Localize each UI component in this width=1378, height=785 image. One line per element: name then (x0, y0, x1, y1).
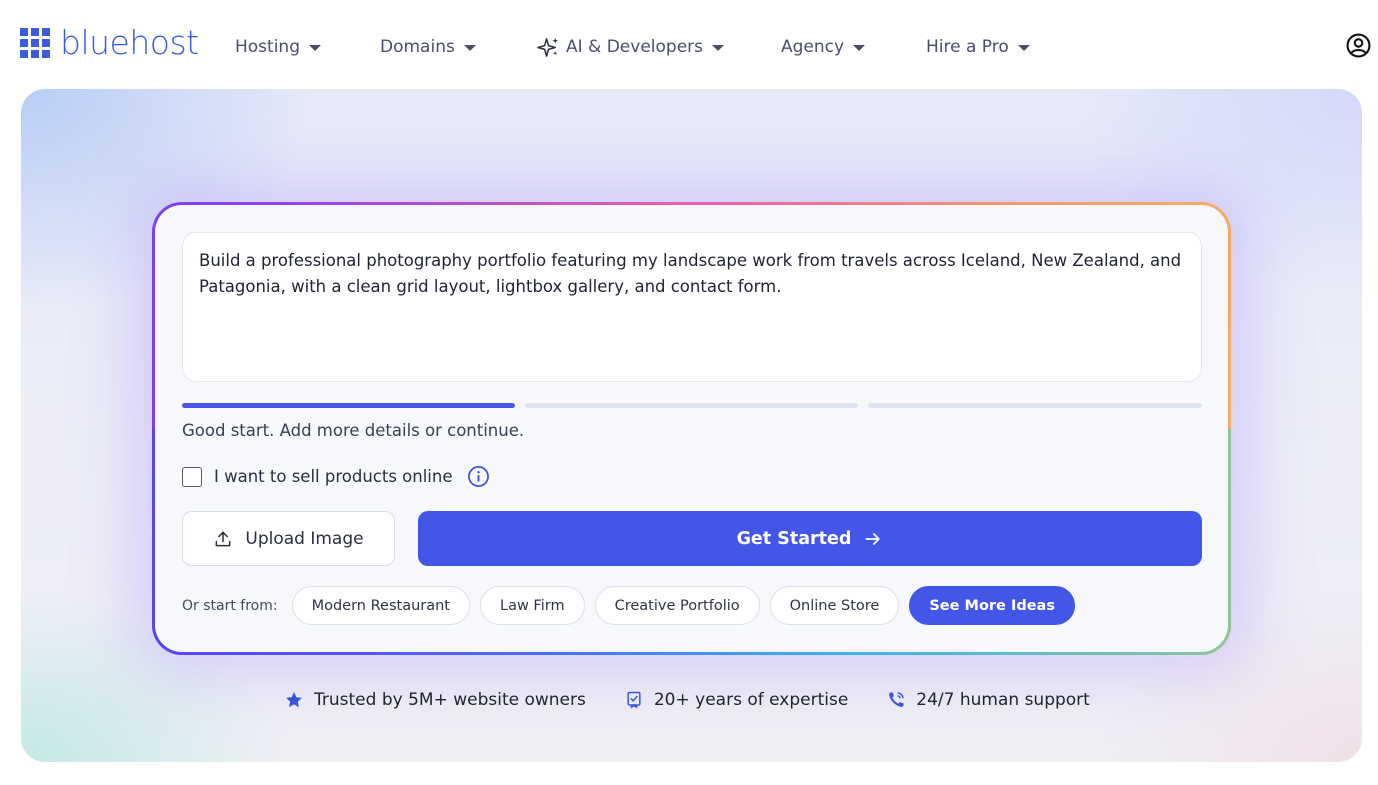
trust-item-owners: Trusted by 5M+ website owners (284, 690, 586, 710)
sparkle-icon (537, 36, 560, 59)
progress-segment-1 (182, 403, 515, 408)
chevron-down-icon (463, 45, 476, 51)
see-more-ideas-button[interactable]: See More Ideas (909, 586, 1075, 625)
user-circle-icon[interactable] (1346, 33, 1371, 58)
chevron-down-icon (1017, 45, 1030, 51)
sell-products-row: I want to sell products online (182, 465, 490, 488)
trust-label: 24/7 human support (916, 690, 1090, 710)
nav-hosting[interactable]: Hosting (235, 34, 321, 60)
trust-badges: Trusted by 5M+ website owners 20+ years … (284, 690, 1128, 710)
site-header: bluehost Hosting Domains AI & Developers… (0, 0, 1378, 90)
logo-text: bluehost (60, 23, 199, 62)
star-icon (286, 692, 302, 708)
nav-domains[interactable]: Domains (380, 34, 476, 60)
idea-chip-creative-portfolio[interactable]: Creative Portfolio (594, 586, 760, 625)
nav-label: Domains (380, 37, 455, 57)
prompt-strength-meter (182, 403, 1202, 408)
nav-label: Agency (781, 37, 845, 57)
starter-ideas: Or start from: Modern Restaurant Law Fir… (182, 586, 1085, 625)
idea-chip-law-firm[interactable]: Law Firm (480, 586, 585, 625)
trust-item-support: 24/7 human support (886, 690, 1090, 710)
builder-card-border: Build a professional photography portfol… (152, 202, 1231, 655)
progress-segment-3 (868, 403, 1202, 408)
bluehost-logo[interactable]: bluehost (20, 25, 199, 61)
idea-chip-modern-restaurant[interactable]: Modern Restaurant (291, 586, 470, 625)
upload-icon (215, 531, 231, 546)
progress-segment-2 (525, 403, 858, 408)
prompt-hint: Good start. Add more details or continue… (182, 421, 525, 440)
sell-products-label[interactable]: I want to sell products online (214, 467, 453, 486)
phone-icon (889, 692, 905, 707)
certificate-icon (627, 691, 641, 709)
trust-item-expertise: 20+ years of expertise (624, 690, 848, 710)
trust-label: 20+ years of expertise (653, 690, 849, 710)
chevron-down-icon (712, 45, 724, 51)
get-started-label: Get Started (736, 528, 852, 549)
hero-section: Build a professional photography portfol… (21, 89, 1362, 762)
trust-label: Trusted by 5M+ website owners (314, 690, 586, 710)
logo-grid-icon (20, 28, 50, 58)
chevron-down-icon (853, 45, 866, 51)
get-started-button[interactable]: Get Started (418, 511, 1202, 566)
chevron-down-icon (309, 45, 321, 51)
nav-label: AI & Developers (566, 37, 703, 57)
prompt-textarea[interactable]: Build a professional photography portfol… (182, 232, 1202, 382)
upload-image-button[interactable]: Upload Image (182, 511, 395, 566)
sell-products-checkbox[interactable] (182, 466, 202, 487)
builder-card: Build a professional photography portfol… (155, 205, 1228, 652)
arrow-right-icon (865, 532, 881, 545)
nav-ai-developers[interactable]: AI & Developers (537, 34, 724, 60)
info-icon[interactable] (467, 465, 490, 488)
upload-label: Upload Image (245, 528, 364, 549)
nav-label: Hosting (235, 37, 300, 57)
nav-hire-a-pro[interactable]: Hire a Pro (926, 34, 1030, 60)
ideas-label: Or start from: (182, 597, 278, 614)
idea-chip-online-store[interactable]: Online Store (769, 586, 900, 625)
nav-label: Hire a Pro (926, 37, 1009, 57)
nav-agency[interactable]: Agency (781, 34, 866, 60)
